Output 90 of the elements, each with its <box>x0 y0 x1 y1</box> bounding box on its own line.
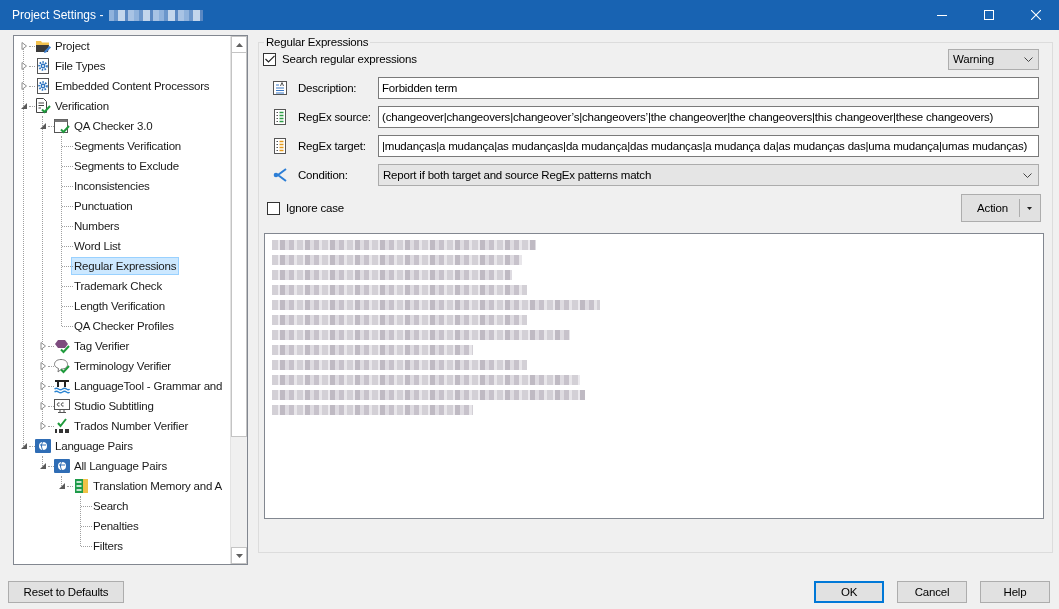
tree-item[interactable]: Verification <box>52 97 112 115</box>
caret-right-icon[interactable] <box>39 402 47 410</box>
dialog-button[interactable]: Cancel <box>897 581 967 603</box>
window-check-icon <box>54 118 70 134</box>
document-icon <box>272 80 288 96</box>
tree-item[interactable]: Language Pairs <box>52 437 136 455</box>
caret-right-icon[interactable] <box>20 82 28 90</box>
action-button[interactable]: Action <box>961 194 1019 222</box>
reset-button[interactable]: Reset to Defaults <box>8 581 124 603</box>
field-label: Description: <box>298 82 358 94</box>
caret-right-icon[interactable] <box>39 362 47 370</box>
tree-item[interactable]: QA Checker 3.0 <box>71 117 156 135</box>
scroll-up-button[interactable] <box>231 36 247 53</box>
checkbox-label: Search regular expressions <box>282 53 417 65</box>
tree-item[interactable]: Numbers <box>71 217 123 235</box>
tree-item[interactable]: Search <box>90 497 132 515</box>
gear-document-icon <box>35 58 51 74</box>
caret-right-icon[interactable] <box>39 382 47 390</box>
tree-item[interactable]: LanguageTool - Grammar and <box>71 377 226 395</box>
tree-item[interactable]: Embedded Content Processors <box>52 77 213 95</box>
field-label: Condition: <box>298 169 349 181</box>
scrollbar[interactable] <box>230 36 247 564</box>
checkbox[interactable] <box>267 201 280 215</box>
book-icon <box>73 478 89 494</box>
caret-right-icon[interactable] <box>39 342 47 350</box>
wave-icon <box>54 378 70 394</box>
caret-down-icon[interactable] <box>39 122 47 130</box>
list-document-icon <box>272 109 288 125</box>
speech-bubble-check-icon <box>54 358 70 374</box>
list-document-icon <box>272 138 288 154</box>
description-field[interactable]: Forbidden term <box>378 77 1039 99</box>
tree-item[interactable]: Trados Number Verifier <box>71 417 192 435</box>
dialog-button[interactable]: OK <box>814 581 884 603</box>
caret-down-icon[interactable] <box>58 482 66 490</box>
checkbox-label: Ignore case <box>286 202 344 214</box>
tree-item[interactable]: File Types <box>52 57 109 75</box>
tree-item[interactable]: Studio Subtitling <box>71 397 157 415</box>
field-label: RegEx target: <box>298 140 367 152</box>
caret-right-icon[interactable] <box>20 42 28 50</box>
checkbox[interactable] <box>263 52 276 66</box>
tree-item[interactable]: Segments Verification <box>71 137 185 155</box>
caret-down-icon <box>235 553 243 558</box>
caret-down-icon[interactable] <box>20 442 28 450</box>
globe-icon <box>35 438 51 454</box>
field-label: RegEx source: <box>298 111 372 123</box>
tree-item[interactable]: Word List <box>71 237 124 255</box>
check-icon <box>54 418 70 434</box>
scroll-down-button[interactable] <box>231 547 247 564</box>
tree-item[interactable]: Regular Expressions <box>71 257 180 275</box>
branch-arrows-icon <box>272 167 288 183</box>
document-check-icon <box>35 98 51 114</box>
monitor-icon <box>54 398 70 414</box>
tree-item[interactable]: Translation Memory and A <box>90 477 225 495</box>
caret-down-icon[interactable] <box>20 102 28 110</box>
tag-check-icon <box>54 338 70 354</box>
tree-item[interactable]: Penalties <box>90 517 142 535</box>
caret-up-icon <box>235 42 243 47</box>
gear-document-icon <box>35 78 51 94</box>
regex-target-field[interactable]: |mudanças|a mudança|as mudanças|da mudança|das mudanças|a mudança da|as mudanças das|uma mudança|umas mudanças) <box>378 135 1039 157</box>
close-icon <box>1030 10 1041 20</box>
tree-item[interactable]: Tag Verifier <box>71 337 133 355</box>
tree-item[interactable]: Trademark Check <box>71 277 165 295</box>
tree-item[interactable]: All Language Pairs <box>71 457 170 475</box>
caret-right-icon[interactable] <box>20 62 28 70</box>
tree-item[interactable]: Project <box>52 37 93 55</box>
tree-item[interactable]: Length Verification <box>71 297 168 315</box>
dialog-button[interactable]: Help <box>980 581 1050 603</box>
check-icon <box>264 55 275 63</box>
regex-source-field[interactable]: (changeover|changeovers|changeover’s|changeovers’|the changeover|the changeovers|this changeover|these changeovers) <box>378 106 1039 128</box>
tree-item[interactable]: Inconsistencies <box>71 177 153 195</box>
tree-item[interactable]: Filters <box>90 537 126 555</box>
severity-dropdown[interactable]: Warning <box>948 48 1039 70</box>
globe-icon <box>54 458 70 474</box>
action-menu-button[interactable] <box>1019 194 1041 222</box>
maximize-icon <box>983 10 994 20</box>
window-title: Project Settings - <box>12 8 104 22</box>
minimize-icon <box>936 14 947 16</box>
condition-dropdown[interactable]: Report if both target and source RegEx patterns match <box>378 164 1039 186</box>
chevron-down-icon <box>1023 172 1032 178</box>
folder-icon <box>35 38 51 54</box>
group-title: Regular Expressions <box>265 36 370 48</box>
caret-right-icon[interactable] <box>39 422 47 430</box>
chevron-down-icon <box>1024 56 1033 62</box>
tree-item[interactable]: Terminology Verifier <box>71 357 174 375</box>
caret-down-icon <box>1027 206 1032 210</box>
caret-down-icon[interactable] <box>39 462 47 470</box>
tree-item[interactable]: Segments to Exclude <box>71 157 182 175</box>
scrollbar-thumb[interactable] <box>231 53 247 437</box>
tree-item[interactable]: Punctuation <box>71 197 136 215</box>
tree-item[interactable]: QA Checker Profiles <box>71 317 177 335</box>
